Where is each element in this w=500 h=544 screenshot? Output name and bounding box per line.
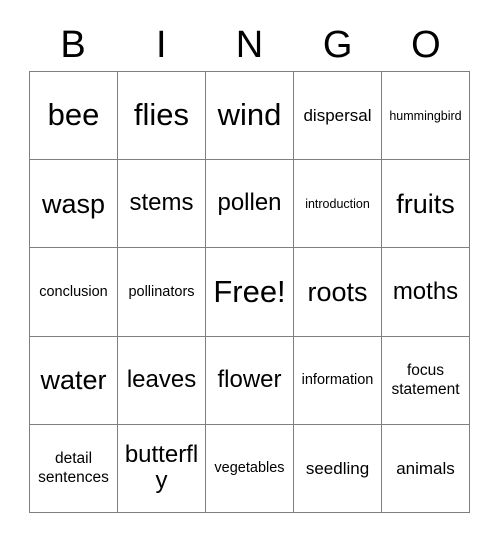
bingo-cell-i4[interactable]: leaves (118, 336, 206, 425)
bingo-cell-label: conclusion (39, 283, 108, 300)
bingo-cell-b5[interactable]: detail sentences (30, 424, 118, 513)
bingo-cell-b3[interactable]: conclusion (30, 248, 118, 337)
bingo-header-letter-b: B (60, 24, 86, 66)
bingo-cell-label: bee (47, 97, 100, 133)
bingo-cell-label: wind (217, 97, 282, 133)
bingo-cell-g3[interactable]: roots (294, 248, 382, 337)
bingo-cell-o2[interactable]: fruits (382, 160, 470, 249)
bingo-cell-label: seedling (305, 458, 370, 478)
bingo-cell-label: butterfly (124, 440, 199, 495)
bingo-cell-label: wasp (41, 188, 106, 219)
bingo-cell-label: dispersal (303, 106, 372, 126)
bingo-cell-o5[interactable]: animals (382, 424, 470, 513)
bingo-cell-i2[interactable]: stems (118, 160, 206, 249)
bingo-cell-label: information (301, 372, 374, 389)
bingo-grid: bee flies wind dispersal hummingbird was… (29, 71, 470, 513)
bingo-cell-b1[interactable]: bee (30, 72, 118, 161)
bingo-cell-label: hummingbird (389, 108, 462, 123)
bingo-cell-n5[interactable]: vegetables (206, 424, 294, 513)
bingo-header-letter-i: I (156, 24, 167, 66)
bingo-cell-n4[interactable]: flower (206, 336, 294, 425)
bingo-header-letter-o: O (411, 24, 441, 66)
bingo-cell-n2[interactable]: pollen (206, 160, 294, 249)
bingo-cell-label: pollinators (128, 283, 195, 300)
bingo-cell-n1[interactable]: wind (206, 72, 294, 161)
bingo-cell-label: fruits (396, 188, 455, 219)
bingo-cell-label: water (40, 365, 107, 396)
bingo-cell-i5[interactable]: butterfly (118, 424, 206, 513)
bingo-free-space-label: Free! (213, 273, 286, 309)
bingo-cell-b2[interactable]: wasp (30, 160, 118, 249)
bingo-header-row: B I N G O (29, 19, 470, 71)
bingo-cell-g4[interactable]: information (294, 336, 382, 425)
bingo-cell-label: stems (129, 189, 194, 217)
bingo-cell-label: detail sentences (38, 450, 109, 487)
bingo-cell-i1[interactable]: flies (118, 72, 206, 161)
bingo-cell-g5[interactable]: seedling (294, 424, 382, 513)
bingo-cell-label: vegetables (214, 460, 285, 477)
bingo-cell-label: flies (133, 97, 190, 133)
bingo-cell-o1[interactable]: hummingbird (382, 72, 470, 161)
bingo-cell-label: focus statement (391, 361, 460, 399)
bingo-cell-o3[interactable]: moths (382, 248, 470, 337)
bingo-cell-free-space[interactable]: Free! (206, 248, 294, 337)
bingo-cell-label: introduction (305, 196, 370, 211)
bingo-cell-label: pollen (217, 189, 282, 217)
bingo-header-letter-g: G (322, 24, 353, 66)
bingo-cell-label: moths (392, 277, 459, 305)
bingo-cell-g1[interactable]: dispersal (294, 72, 382, 161)
bingo-cell-b4[interactable]: water (30, 336, 118, 425)
bingo-cell-o4[interactable]: focus statement (382, 336, 470, 425)
bingo-cell-label: animals (396, 458, 455, 478)
bingo-cell-label: flower (217, 365, 282, 393)
bingo-header-letter-n: N (235, 24, 264, 66)
bingo-cell-i3[interactable]: pollinators (118, 248, 206, 337)
bingo-card: B I N G O bee flies wind dispersal hummi… (0, 0, 500, 544)
bingo-cell-label: roots (307, 276, 368, 307)
bingo-cell-label: leaves (126, 365, 197, 393)
bingo-cell-g2[interactable]: introduction (294, 160, 382, 249)
